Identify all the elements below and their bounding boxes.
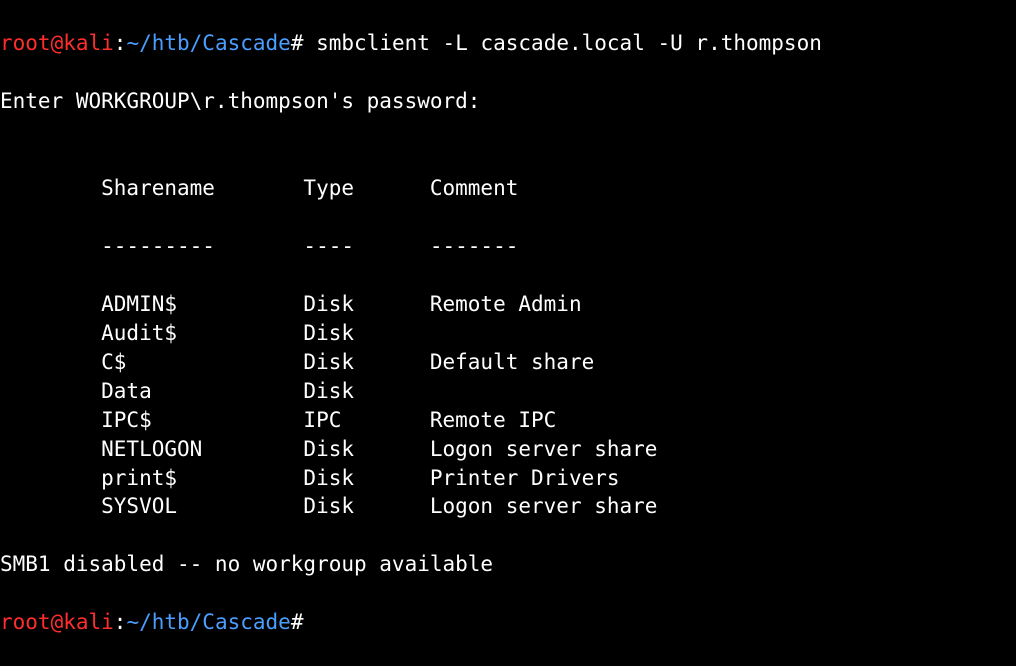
password-prompt: Enter WORKGROUP\r.thompson's password: [0, 87, 1016, 116]
share-row: Audit$ Disk [0, 319, 1016, 348]
prompt-sep2: # [291, 610, 304, 634]
share-row: NETLOGON Disk Logon server share [0, 435, 1016, 464]
prompt-sep1: : [114, 31, 127, 55]
share-row: SYSVOL Disk Logon server share [0, 492, 1016, 521]
prompt-path: ~/htb/Cascade [126, 610, 290, 634]
command-text: smbclient -L cascade.local -U r.thompson [303, 31, 821, 55]
terminal[interactable]: root@kali:~/htb/Cascade# smbclient -L ca… [0, 0, 1016, 666]
prompt-sep1: : [114, 610, 127, 634]
prompt-line-2[interactable]: root@kali:~/htb/Cascade# [0, 608, 1016, 637]
table-header: Sharename Type Comment [0, 174, 1016, 203]
prompt-sep2: # [291, 31, 304, 55]
share-row: IPC$ IPC Remote IPC [0, 406, 1016, 435]
prompt-user: root@kali [0, 31, 114, 55]
share-row: print$ Disk Printer Drivers [0, 464, 1016, 493]
prompt-line-1: root@kali:~/htb/Cascade# smbclient -L ca… [0, 29, 1016, 58]
share-row: ADMIN$ Disk Remote Admin [0, 290, 1016, 319]
smb1-footer: SMB1 disabled -- no workgroup available [0, 550, 1016, 579]
share-row: Data Disk [0, 377, 1016, 406]
prompt-user: root@kali [0, 610, 114, 634]
prompt-path: ~/htb/Cascade [126, 31, 290, 55]
table-divider: --------- ---- ------- [0, 232, 1016, 261]
share-row: C$ Disk Default share [0, 348, 1016, 377]
